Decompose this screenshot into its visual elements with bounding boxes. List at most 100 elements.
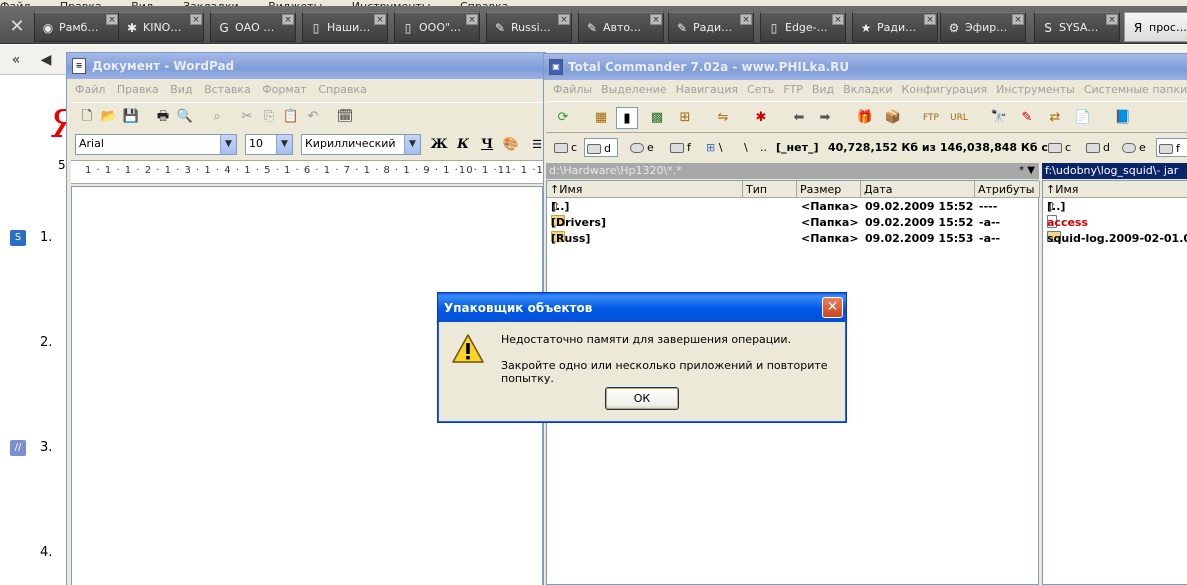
tc-menu-item[interactable]: Системные папки <box>1084 83 1187 96</box>
drive-c-button[interactable]: c <box>552 138 577 157</box>
tab-close-icon[interactable]: × <box>1106 14 1118 25</box>
font-select[interactable]: Arial ▼ <box>75 134 237 155</box>
chevron-down-icon[interactable]: ▼ <box>276 135 292 154</box>
tab-close-icon[interactable]: × <box>650 14 662 25</box>
file-row[interactable]: ⇧ [..] <Папка> 09.02.2009 15:52 ---- <box>547 199 1038 215</box>
size-select[interactable]: 10 ▼ <box>245 134 293 155</box>
full-view-icon[interactable]: ▮ <box>616 107 638 129</box>
right-file-panel[interactable]: ↑Имя ⇧ [..] access squid-log.2009-02-01.0 <box>1042 180 1187 585</box>
right-col-name[interactable]: ↑Имя <box>1043 181 1187 198</box>
tab-close-icon[interactable]: × <box>466 14 478 25</box>
tc-menu-item[interactable]: Сеть <box>747 83 774 96</box>
ok-button[interactable]: ОК <box>605 387 679 410</box>
tree-view-icon[interactable]: ⊞ <box>674 107 696 129</box>
tab-close-icon[interactable]: × <box>282 14 294 25</box>
wp-menu-format[interactable]: Формат <box>262 83 307 96</box>
script-select[interactable]: Кириллический ▼ <box>301 134 421 155</box>
unpack-icon[interactable]: 📦 <box>882 107 904 129</box>
forward-arrow-icon[interactable]: ➡ <box>814 107 836 129</box>
right-drive-c-button[interactable]: c <box>1046 138 1071 157</box>
filter-dropdown[interactable]: * ▼ <box>1019 163 1035 179</box>
sync-dirs-icon[interactable]: ⇄ <box>1044 107 1066 129</box>
browser-tab[interactable]: Япрос… <box>1124 12 1187 42</box>
open-icon[interactable]: 📂 <box>99 107 119 127</box>
rewind-icon[interactable]: « <box>4 49 28 71</box>
copy-names-icon[interactable]: 📄 <box>1072 107 1094 129</box>
tc-menu-item[interactable]: Выделение <box>601 83 667 96</box>
print-preview-icon[interactable]: 🔍 <box>175 107 195 127</box>
back-arrow-icon[interactable]: ⬅ <box>788 107 810 129</box>
select-icon[interactable]: ✱ <box>750 107 772 129</box>
browser-tab[interactable]: ✎ Авто… × <box>578 12 664 42</box>
chevron-down-icon[interactable]: ▼ <box>220 135 236 154</box>
color-icon[interactable]: 🎨 <box>501 136 521 154</box>
pack-icon[interactable]: 🎁 <box>854 107 876 129</box>
compare-dirs-icon[interactable]: ⇋ <box>712 107 734 129</box>
network-button[interactable]: ⊞ \ <box>704 138 722 157</box>
file-row[interactable]: ⇧ [..] <box>1043 199 1187 215</box>
search-icon[interactable]: 🔭 <box>988 107 1010 129</box>
browser-tab[interactable]: ▯ Edge-… × <box>760 12 846 42</box>
tc-menu-item[interactable]: Инструменты <box>996 83 1075 96</box>
thumbnail-view-icon[interactable]: ▩ <box>646 107 668 129</box>
print-icon[interactable]: 🖶 <box>153 107 173 127</box>
browser-tab[interactable]: ✱ KINO… × <box>118 12 204 42</box>
tab-close-icon[interactable]: × <box>832 14 844 25</box>
save-icon[interactable]: 💾 <box>121 107 141 127</box>
insert-datetime-icon[interactable]: 🗓 <box>335 107 355 127</box>
col-type[interactable]: Тип <box>743 181 797 198</box>
dialog-titlebar[interactable]: Упаковщик объектов ✕ <box>438 293 846 322</box>
right-drive-f-button[interactable]: f <box>1156 138 1187 157</box>
tab-close-icon[interactable]: × <box>106 14 118 25</box>
tc-menu-item[interactable]: Файлы <box>553 83 592 96</box>
browser-tab[interactable]: ✎ Russi… × <box>486 12 572 42</box>
right-path-bar[interactable]: f:\udobny\log_squid\- jar <box>1042 163 1187 179</box>
file-row[interactable]: access <box>1043 215 1187 231</box>
chevron-down-icon[interactable]: ▼ <box>404 135 420 154</box>
drive-f-button[interactable]: f <box>668 138 691 157</box>
underline-button[interactable]: Ч <box>477 136 497 154</box>
browser-tab[interactable]: S SYSA… × <box>1034 12 1120 42</box>
ftp-icon[interactable]: FTP <box>920 107 942 129</box>
tc-titlebar[interactable]: ▣ Total Commander 7.02a - www.PHILka.RU <box>544 54 1187 80</box>
wp-menu-help[interactable]: Справка <box>318 83 366 96</box>
wordpad-ruler[interactable]: 1 · 1 · 1 · 2 · 1 · 3 · 1 · 4 · 1 · 5 · … <box>71 160 543 184</box>
bold-button[interactable]: Ж <box>429 136 449 154</box>
notepad-icon[interactable]: 📘 <box>1112 107 1134 129</box>
right-drive-e-button[interactable]: e <box>1120 138 1146 157</box>
left-path-bar[interactable]: d:\Hardware\Hp1320\*.* * ▼ <box>546 163 1039 179</box>
browser-tab[interactable]: G ОАО … × <box>210 12 296 42</box>
browser-tab[interactable]: ▯ Наши… × <box>302 12 388 42</box>
col-size[interactable]: Размер <box>797 181 861 198</box>
parent-button[interactable]: .. <box>758 138 767 157</box>
file-row[interactable]: [Russ] <Папка> 09.02.2009 15:53 -a-- <box>547 231 1038 247</box>
tab-close-icon[interactable]: × <box>374 14 386 25</box>
url-icon[interactable]: URL <box>948 107 970 129</box>
browser-tab[interactable]: ▯ ООО"… × <box>394 12 480 42</box>
wp-menu-view[interactable]: Вид <box>170 83 192 96</box>
find-icon[interactable]: ⌕ <box>207 107 227 127</box>
file-row[interactable]: squid-log.2009-02-01.0 <box>1043 231 1187 247</box>
multi-rename-icon[interactable]: ✎ <box>1016 107 1038 129</box>
back-icon[interactable]: ◀ <box>34 49 58 71</box>
tc-menu-item[interactable]: FTP <box>783 83 803 96</box>
col-name[interactable]: ↑Имя <box>547 181 743 198</box>
cut-icon[interactable]: ✂ <box>237 107 257 127</box>
tab-close-icon[interactable]: × <box>740 14 752 25</box>
wordpad-titlebar[interactable]: ≡ Документ - WordPad <box>67 53 545 79</box>
browser-tab[interactable]: ★ Ради… × <box>852 12 938 42</box>
tc-menu-item[interactable]: Навигация <box>676 83 738 96</box>
wp-menu-file[interactable]: Файл <box>75 83 105 96</box>
tab-close-icon[interactable]: × <box>924 14 936 25</box>
refresh-icon[interactable]: ⟳ <box>552 107 574 129</box>
browser-tab[interactable]: ⚙ Эфир… × <box>940 12 1026 42</box>
tc-menu-item[interactable]: Вкладки <box>843 83 892 96</box>
paste-icon[interactable]: 📋 <box>281 107 301 127</box>
close-button[interactable]: ✕ <box>822 297 843 318</box>
tc-menu-item[interactable]: Конфигурация <box>902 83 988 96</box>
brief-view-icon[interactable]: ▦ <box>590 107 612 129</box>
copy-icon[interactable]: ⎘ <box>259 107 279 127</box>
wp-menu-insert[interactable]: Вставка <box>204 83 251 96</box>
col-attr[interactable]: Атрибуты <box>975 181 1040 198</box>
wp-menu-edit[interactable]: Правка <box>117 83 159 96</box>
